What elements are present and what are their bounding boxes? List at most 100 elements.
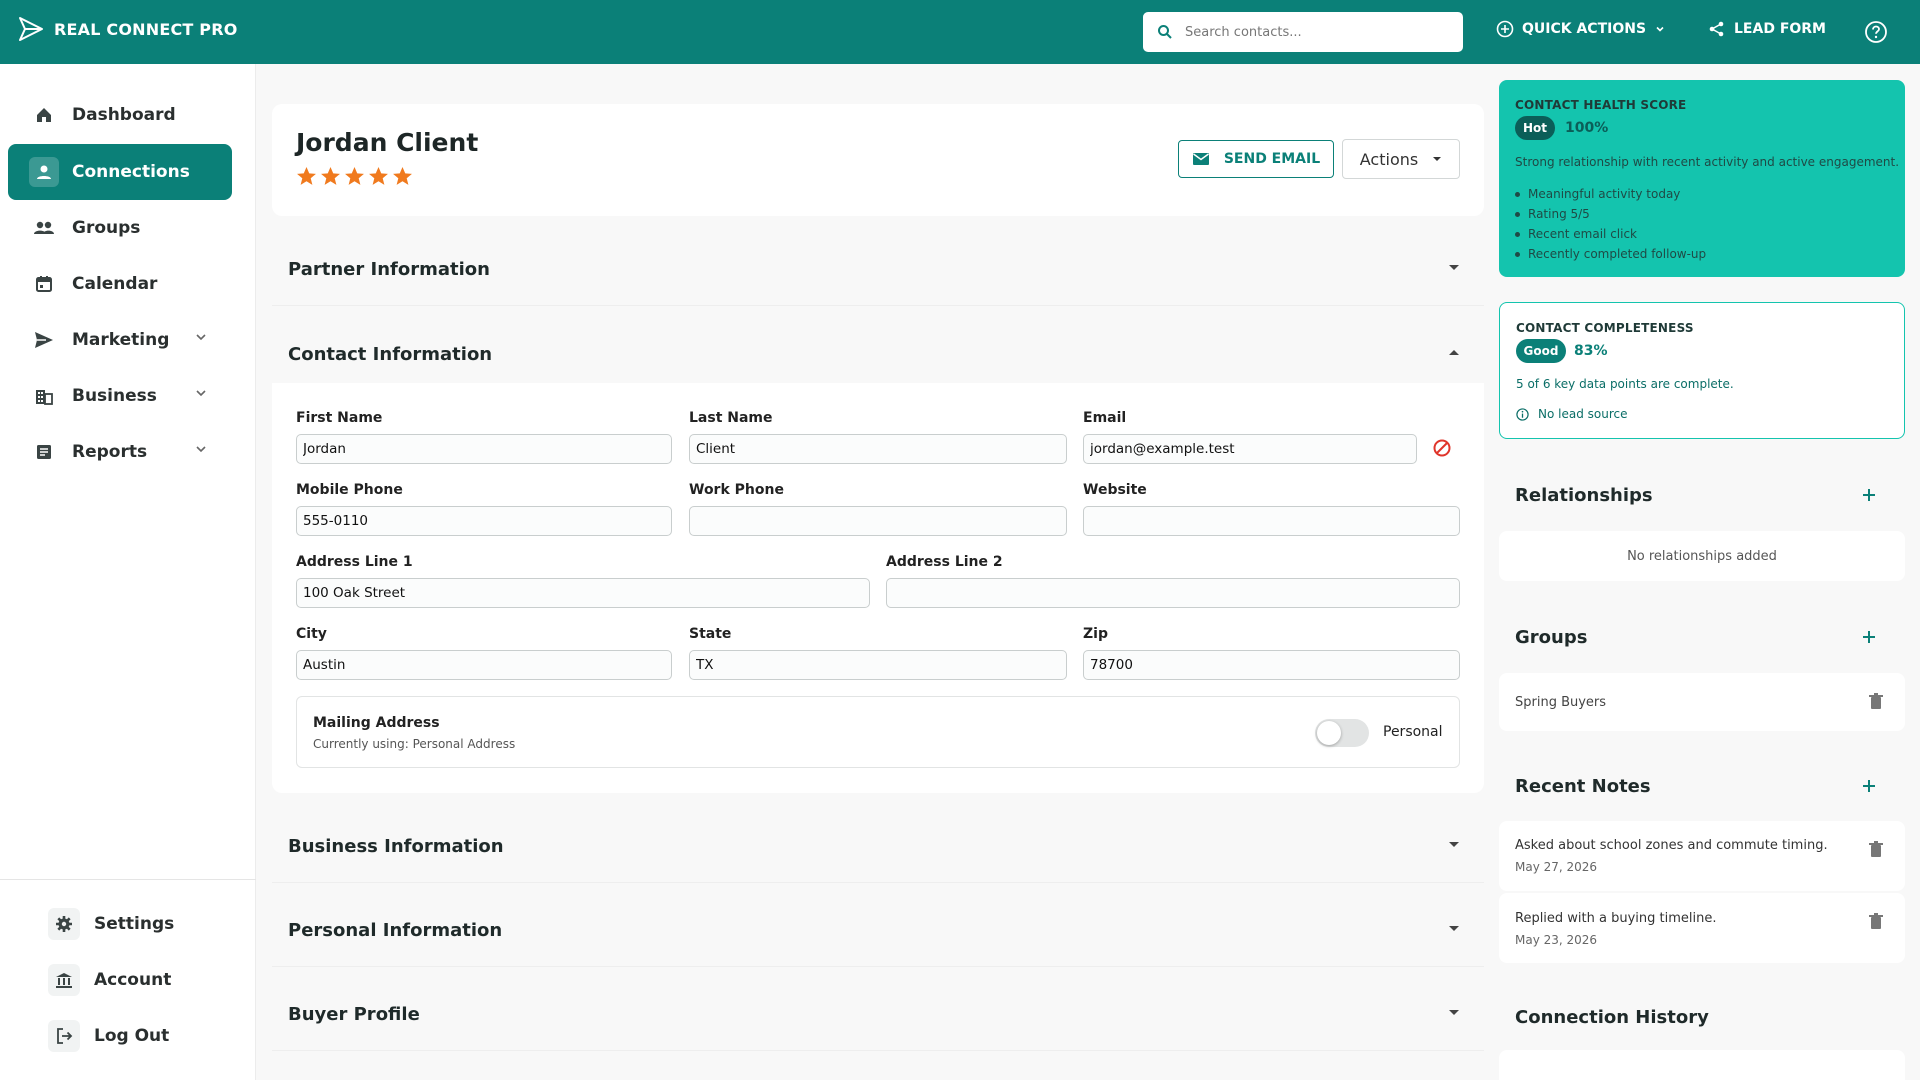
quick-actions-button[interactable]: QUICK ACTIONS xyxy=(1496,20,1666,38)
send-email-label: SEND EMAIL xyxy=(1223,151,1321,167)
star-icon[interactable] xyxy=(368,166,389,187)
add-note-icon[interactable] xyxy=(1857,774,1881,798)
paper-plane-logo-icon xyxy=(19,17,43,41)
do-not-contact-icon[interactable] xyxy=(1433,439,1451,457)
mailing-address-title: Mailing Address xyxy=(313,715,440,731)
address-line-1-field[interactable] xyxy=(296,578,870,608)
note-text: Asked about school zones and commute tim… xyxy=(1515,838,1828,853)
add-relationship-icon[interactable] xyxy=(1857,483,1881,507)
city-field[interactable] xyxy=(296,650,672,680)
send-email-button[interactable]: SEND EMAIL xyxy=(1178,140,1334,178)
sidebar-item-marketing[interactable]: Marketing xyxy=(8,312,232,368)
star-icon[interactable] xyxy=(320,166,341,187)
website-label: Website xyxy=(1083,482,1147,498)
brand-logo[interactable]: REAL CONNECT PRO xyxy=(18,16,238,42)
relationships-title: Relationships xyxy=(1515,484,1653,506)
work-phone-field[interactable] xyxy=(689,506,1067,536)
sidebar: Dashboard Connections Groups Calendar Ma… xyxy=(0,64,256,1080)
info-icon xyxy=(1516,408,1529,421)
account-link[interactable]: Account xyxy=(48,964,171,996)
mailing-toggle-label: Personal xyxy=(1383,724,1443,740)
star-icon[interactable] xyxy=(344,166,365,187)
completeness-badge: Good xyxy=(1516,339,1566,363)
group-item: Spring Buyers xyxy=(1499,673,1905,731)
sidebar-item-calendar[interactable]: Calendar xyxy=(8,256,232,312)
trash-icon[interactable] xyxy=(1869,841,1883,858)
state-field[interactable] xyxy=(689,650,1067,680)
connection-history-header: Connection History xyxy=(1499,989,1905,1045)
people-icon xyxy=(32,216,56,240)
actions-label: Actions xyxy=(1359,149,1419,169)
note-date: May 23, 2026 xyxy=(1515,933,1598,947)
search-icon xyxy=(1158,25,1172,39)
logout-link[interactable]: Log Out xyxy=(48,1020,169,1052)
email-field[interactable] xyxy=(1083,434,1417,464)
sidebar-item-reports[interactable]: Reports xyxy=(8,424,232,480)
contact-header-card: Jordan Client SEND EMAIL Actions xyxy=(272,104,1484,216)
health-badge: Hot xyxy=(1515,116,1555,140)
caret-down-icon xyxy=(1449,1010,1459,1015)
toggle-knob xyxy=(1317,721,1341,745)
website-field[interactable] xyxy=(1083,506,1460,536)
share-icon xyxy=(1709,21,1724,37)
report-icon xyxy=(32,440,56,464)
sidebar-item-label: Connections xyxy=(72,162,190,182)
help-icon[interactable] xyxy=(1864,20,1888,44)
contact-health-score-card: CONTACT HEALTH SCORE Hot 100% Strong rel… xyxy=(1499,80,1905,277)
completeness-description: 5 of 6 key data points are complete. xyxy=(1516,377,1734,391)
quick-actions-label: QUICK ACTIONS xyxy=(1522,21,1647,37)
mailing-address-toggle[interactable] xyxy=(1315,719,1369,747)
completeness-percent: 83% xyxy=(1574,343,1608,359)
section-personal-information[interactable]: Personal Information xyxy=(272,895,1484,967)
caret-up-icon xyxy=(1449,350,1459,355)
address-line-2-field[interactable] xyxy=(886,578,1460,608)
star-icon[interactable] xyxy=(296,166,317,187)
mailing-address-subtitle: Currently using: Personal Address xyxy=(313,737,516,751)
add-group-icon[interactable] xyxy=(1857,625,1881,649)
home-icon xyxy=(32,103,56,127)
mobile-phone-label: Mobile Phone xyxy=(296,482,403,498)
section-title: Contact Information xyxy=(288,343,493,365)
top-bar: REAL CONNECT PRO QUICK ACTIONS LEAD FORM xyxy=(0,0,1920,64)
mobile-phone-field[interactable] xyxy=(296,506,672,536)
sidebar-item-dashboard[interactable]: Dashboard xyxy=(8,87,232,143)
section-buyer-profile[interactable]: Buyer Profile xyxy=(272,979,1484,1051)
star-icon[interactable] xyxy=(392,166,413,187)
mailing-address-box: Mailing Address Currently using: Persona… xyxy=(296,696,1460,768)
group-name: Spring Buyers xyxy=(1515,695,1607,710)
settings-link[interactable]: Settings xyxy=(48,908,174,940)
sidebar-item-business[interactable]: Business xyxy=(8,368,232,424)
actions-dropdown[interactable]: Actions xyxy=(1342,139,1460,179)
sidebar-item-groups[interactable]: Groups xyxy=(8,200,232,256)
chevron-down-icon xyxy=(1656,26,1664,32)
sidebar-item-label: Reports xyxy=(72,442,148,462)
search-box[interactable] xyxy=(1143,12,1463,52)
health-factor: Meaningful activity today xyxy=(1515,184,1706,204)
lead-form-button[interactable]: LEAD FORM xyxy=(1708,20,1826,38)
section-title: Business Information xyxy=(288,836,504,857)
trash-icon[interactable] xyxy=(1869,693,1883,710)
search-input[interactable] xyxy=(1185,24,1435,40)
last-name-field[interactable] xyxy=(689,434,1067,464)
trash-icon[interactable] xyxy=(1869,913,1883,930)
zip-field[interactable] xyxy=(1083,650,1460,680)
section-contact-information[interactable]: Contact Information xyxy=(272,318,1484,390)
health-description: Strong relationship with recent activity… xyxy=(1515,155,1900,169)
chevron-down-icon xyxy=(196,390,206,397)
section-title: Partner Information xyxy=(288,259,490,280)
contact-information-form: First Name Last Name Email Mobile Phone … xyxy=(272,383,1484,793)
state-label: State xyxy=(689,626,732,642)
sidebar-item-label: Business xyxy=(72,386,157,406)
account-label: Account xyxy=(94,970,172,990)
health-score-label: CONTACT HEALTH SCORE xyxy=(1515,98,1687,112)
first-name-field[interactable] xyxy=(296,434,672,464)
section-business-information[interactable]: Business Information xyxy=(272,811,1484,883)
star-rating[interactable] xyxy=(296,166,413,187)
section-partner-information[interactable]: Partner Information xyxy=(272,234,1484,306)
address-line-1-label: Address Line 1 xyxy=(296,554,413,570)
sidebar-item-connections[interactable]: Connections xyxy=(8,144,232,200)
chevron-down-icon xyxy=(196,446,206,453)
brand-name: REAL CONNECT PRO xyxy=(54,19,238,39)
email-icon xyxy=(1192,153,1209,165)
contact-name: Jordan Client xyxy=(296,128,479,157)
